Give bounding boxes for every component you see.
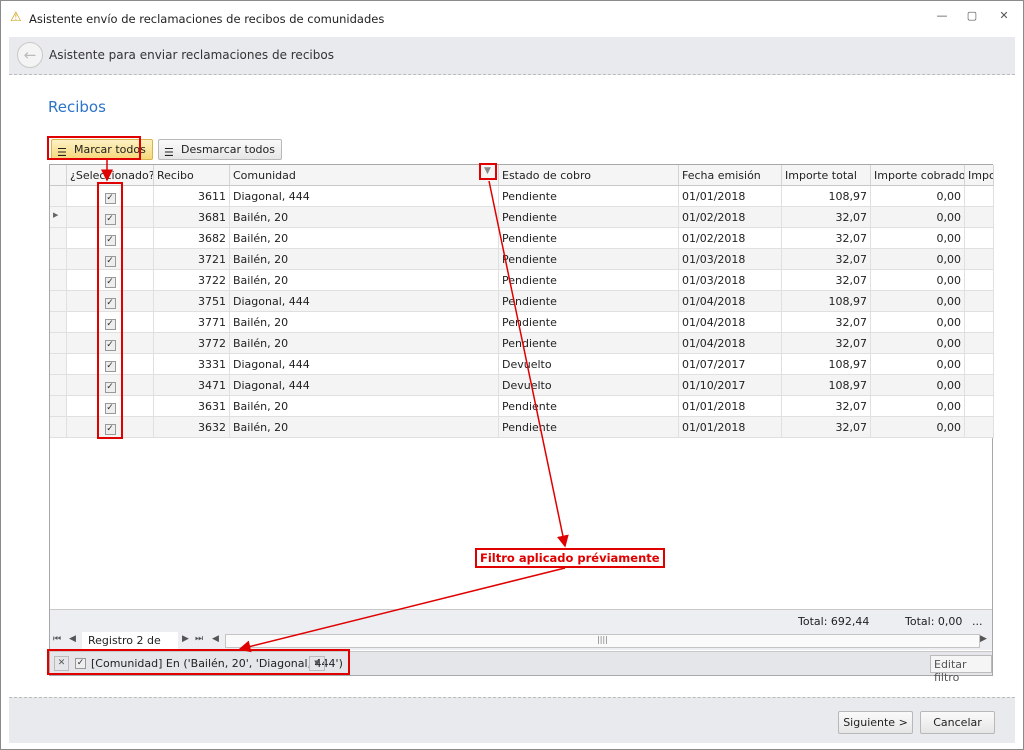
annotation-label: Filtro aplicado préviamente (475, 548, 665, 568)
arrow-to-label (488, 180, 569, 548)
annotation-arrows (101, 160, 569, 653)
arrow-to-filter-panel (238, 567, 566, 653)
